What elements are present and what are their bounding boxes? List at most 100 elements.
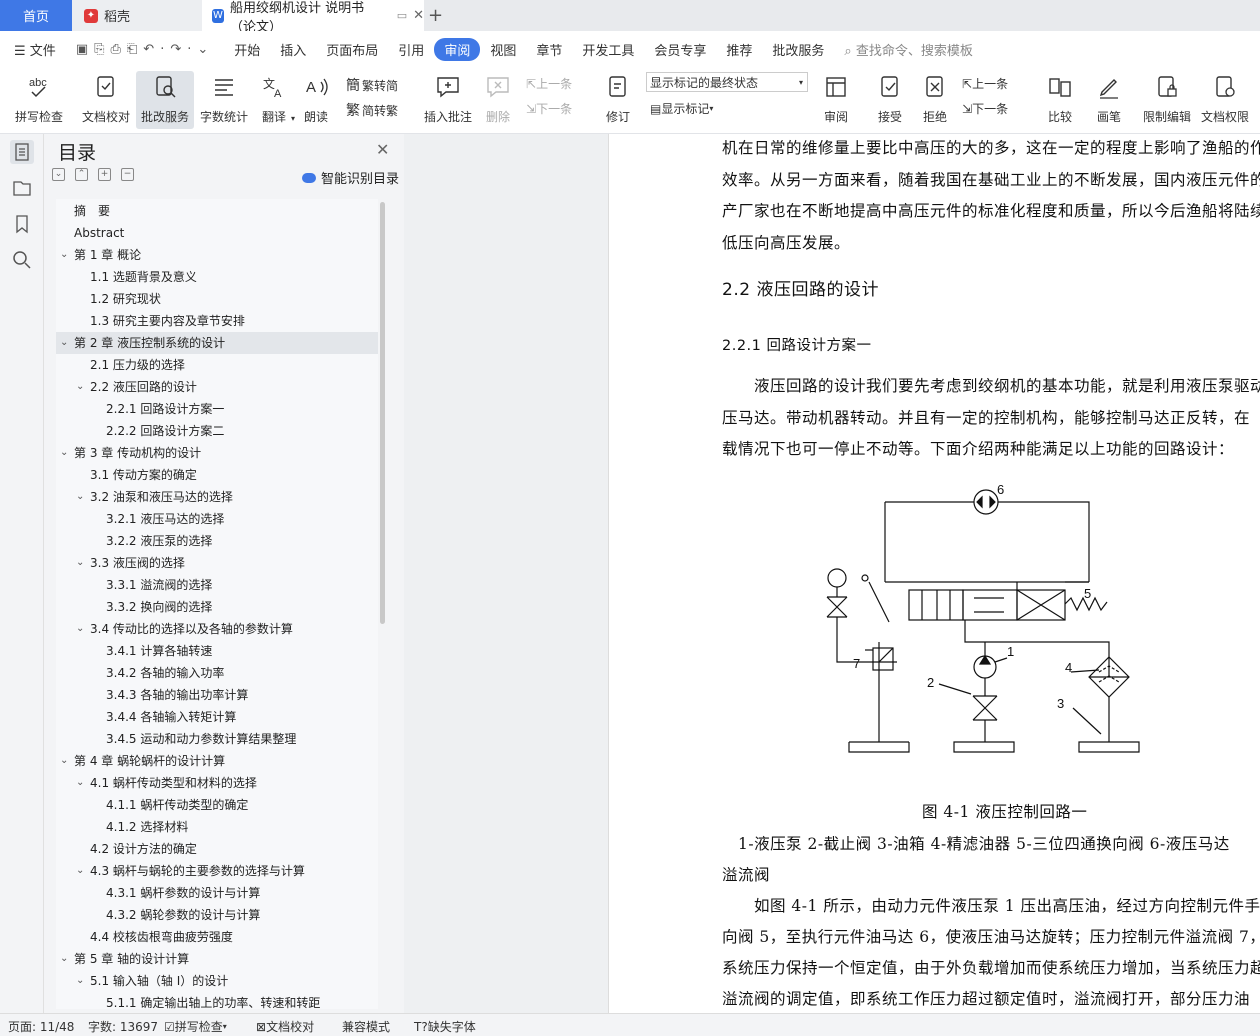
accept-button[interactable]: 接受: [870, 71, 910, 129]
smart-toc-button[interactable]: 智能识别目录: [302, 168, 399, 187]
menu-layout[interactable]: 页面布局: [316, 40, 388, 59]
toc-item[interactable]: 3.4.3 各轴的输出功率计算: [56, 684, 378, 706]
toc-item[interactable]: ⌄ 4.1 蜗杆传动类型和材料的选择: [56, 772, 378, 794]
chevron-down-icon[interactable]: ⌄: [60, 244, 68, 266]
toc-item[interactable]: 4.3.1 蜗杆参数的设计与计算: [56, 882, 378, 904]
new-tab-icon[interactable]: +: [428, 0, 443, 31]
chevron-down-icon[interactable]: ⌄: [76, 970, 84, 992]
remove-item-icon[interactable]: −: [121, 168, 134, 181]
command-search[interactable]: ⌕ 查找命令、搜索模板: [834, 40, 982, 59]
toc-item[interactable]: ⌄ 第 1 章 概论: [56, 244, 378, 266]
simp-to-trad-button[interactable]: 繁简转繁: [346, 100, 398, 120]
add-item-icon[interactable]: +: [98, 168, 111, 181]
chevron-down-icon[interactable]: ⌄: [76, 376, 84, 398]
prev-comment-button[interactable]: ⇱ 上一条: [526, 75, 572, 92]
file-menu[interactable]: ☰ 文件: [0, 40, 66, 59]
tab-daoke[interactable]: ✦ 稻壳: [72, 0, 202, 31]
toc-item[interactable]: 3.3.2 换向阀的选择: [56, 596, 378, 618]
chevron-down-icon[interactable]: ⌄: [76, 772, 84, 794]
show-markup-button[interactable]: ▤ 显示标记 ▾: [650, 100, 713, 117]
toc-item[interactable]: 4.1.2 选择材料: [56, 816, 378, 838]
insert-comment-button[interactable]: 插入批注: [420, 71, 476, 129]
menu-view[interactable]: 视图: [480, 40, 526, 59]
toc-item[interactable]: 3.2.1 液压马达的选择: [56, 508, 378, 530]
bookmark-icon[interactable]: [10, 212, 34, 236]
review-pane-button[interactable]: 审阅: [816, 71, 856, 129]
translate-button[interactable]: 文A 翻译 ▾: [256, 71, 295, 129]
toc-item[interactable]: ⌄ 第 2 章 液压控制系统的设计: [56, 332, 378, 354]
next-comment-button[interactable]: ⇲ 下一条: [526, 100, 572, 117]
toc-item[interactable]: 4.3.2 蜗轮参数的设计与计算: [56, 904, 378, 926]
toc-item[interactable]: 2.2.2 回路设计方案二: [56, 420, 378, 442]
menu-start[interactable]: 开始: [224, 40, 270, 59]
review-service-button[interactable]: 批改服务: [136, 71, 194, 129]
translate-dropdown-icon[interactable]: ▾: [291, 114, 295, 123]
toc-item[interactable]: 3.4.5 运动和动力参数计算结果整理: [56, 728, 378, 750]
toc-item[interactable]: ⌄ 第 5 章 轴的设计计算: [56, 948, 378, 970]
toc-item[interactable]: 3.4.4 各轴输入转矩计算: [56, 706, 378, 728]
tab-document[interactable]: W 船用绞纲机设计 说明书（论文） ▭ ✕: [202, 0, 424, 35]
toc-item[interactable]: 3.4.1 计算各轴转速: [56, 640, 378, 662]
toc-item[interactable]: 4.4 校核齿根弯曲疲劳强度: [56, 926, 378, 948]
markup-state-select[interactable]: 显示标记的最终状态 ▾: [646, 72, 808, 92]
spell-check-status[interactable]: ☑ 拼写检查 ▾: [164, 1018, 227, 1035]
chevron-down-icon[interactable]: ⌄: [60, 332, 68, 354]
doc-check-status[interactable]: ⊠ 文档校对: [256, 1018, 314, 1035]
quick-access-icons[interactable]: ▣⎘⎙⎗↶·↷·⌄: [66, 42, 224, 57]
toc-item[interactable]: 3.2.2 液压泵的选择: [56, 530, 378, 552]
menu-insert[interactable]: 插入: [270, 40, 316, 59]
page-indicator[interactable]: 页面: 11/48: [8, 1018, 74, 1035]
toc-item[interactable]: ⌄ 3.3 液压阀的选择: [56, 552, 378, 574]
next-change-button[interactable]: ⇲ 下一条: [962, 100, 1008, 117]
toc-item[interactable]: 5.1.1 确定输出轴上的功率、转速和转距: [56, 992, 378, 1009]
window-icon[interactable]: ▭: [397, 9, 407, 22]
toc-icon[interactable]: [10, 140, 34, 164]
restrict-edit-button[interactable]: 限制编辑: [1140, 71, 1194, 129]
toc-item[interactable]: ⌄ 4.3 蜗杆与蜗轮的主要参数的选择与计算: [56, 860, 378, 882]
collapse-icon[interactable]: ⌃: [75, 168, 88, 181]
toc-item[interactable]: ⌄ 第 3 章 传动机构的设计: [56, 442, 378, 464]
menu-recommend[interactable]: 推荐: [716, 40, 762, 59]
toc-item[interactable]: 2.2.1 回路设计方案一: [56, 398, 378, 420]
menu-reference[interactable]: 引用: [388, 40, 434, 59]
toc-item[interactable]: ⌄ 3.2 油泵和液压马达的选择: [56, 486, 378, 508]
menu-member[interactable]: 会员专享: [644, 40, 716, 59]
missing-font-status[interactable]: T? 缺失字体: [414, 1018, 476, 1035]
toc-item[interactable]: 3.4.2 各轴的输入功率: [56, 662, 378, 684]
chevron-down-icon[interactable]: ⌄: [60, 948, 68, 970]
chevron-down-icon[interactable]: ⌄: [76, 486, 84, 508]
doc-permission-button[interactable]: 文档权限: [1198, 71, 1252, 129]
toc-item[interactable]: ⌄ 第 4 章 蜗轮蜗杆的设计计算: [56, 750, 378, 772]
menu-correction[interactable]: 批改服务: [762, 40, 834, 59]
menu-devtools[interactable]: 开发工具: [572, 40, 644, 59]
toc-item[interactable]: Abstract: [56, 222, 378, 244]
read-aloud-button[interactable]: A 朗读: [300, 71, 332, 129]
compare-button[interactable]: 比较: [1040, 71, 1080, 129]
chevron-down-icon[interactable]: ⌄: [60, 750, 68, 772]
toc-item[interactable]: 摘 要: [56, 200, 378, 222]
chevron-down-icon[interactable]: ⌄: [60, 442, 68, 464]
toc-scrollbar[interactable]: [380, 202, 385, 624]
toc-item[interactable]: 1.3 研究主要内容及章节安排: [56, 310, 378, 332]
trad-to-simp-button[interactable]: 簡繁转简: [346, 75, 398, 95]
toc-item[interactable]: 3.3.1 溢流阀的选择: [56, 574, 378, 596]
spell-check-button[interactable]: abc 拼写检查: [8, 71, 70, 129]
toc-item[interactable]: 3.1 传动方案的确定: [56, 464, 378, 486]
close-icon[interactable]: ✕: [376, 140, 389, 159]
reject-button[interactable]: 拒绝: [916, 71, 954, 129]
track-changes-button[interactable]: 修订: [600, 71, 636, 129]
chevron-down-icon[interactable]: ⌄: [76, 618, 84, 640]
toc-item[interactable]: ⌄ 5.1 输入轴（轴 I）的设计: [56, 970, 378, 992]
toc-item[interactable]: 4.1.1 蜗杆传动类型的确定: [56, 794, 378, 816]
delete-comment-button[interactable]: 删除: [480, 71, 516, 129]
chapter-nav-icon[interactable]: [10, 176, 34, 200]
pen-button[interactable]: 画笔: [1092, 71, 1126, 129]
word-count-status[interactable]: 字数: 13697: [88, 1018, 158, 1035]
chevron-down-icon[interactable]: ⌄: [76, 552, 84, 574]
chevron-down-icon[interactable]: ⌄: [76, 860, 84, 882]
toc-item[interactable]: 1.2 研究现状: [56, 288, 378, 310]
tab-close-icon[interactable]: ✕: [413, 8, 424, 23]
menu-section[interactable]: 章节: [526, 40, 572, 59]
toc-item[interactable]: 4.2 设计方法的确定: [56, 838, 378, 860]
toc-item[interactable]: ⌄ 3.4 传动比的选择以及各轴的参数计算: [56, 618, 378, 640]
